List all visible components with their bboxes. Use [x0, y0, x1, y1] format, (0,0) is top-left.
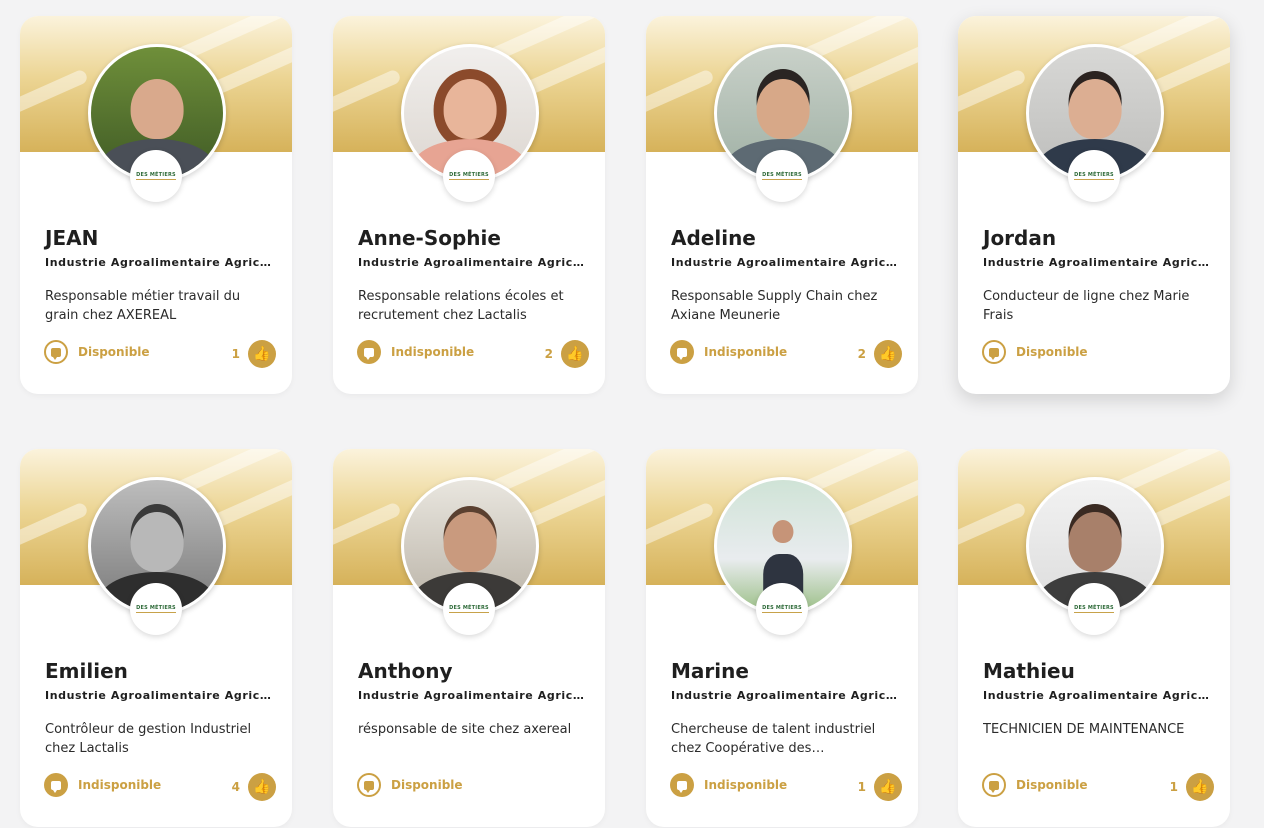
status-label: Disponible — [1016, 778, 1088, 792]
availability-status: Indisponible — [670, 773, 787, 797]
logo-text: DES MÉTIERS — [762, 605, 802, 613]
availability-status: Indisponible — [44, 773, 161, 797]
chat-bubble-icon — [357, 773, 381, 797]
like-count: 4 — [231, 780, 240, 794]
likes: 4 👍 — [232, 773, 276, 801]
profile-card-emilien[interactable]: DES MÉTIERS Emilien Industrie Agroalimen… — [20, 449, 292, 827]
logo-text: DES MÉTIERS — [449, 172, 489, 180]
status-label: Disponible — [78, 345, 150, 359]
status-label: Disponible — [1016, 345, 1088, 359]
chat-bubble-icon — [44, 773, 68, 797]
profile-sector: Industrie Agroalimentaire Agricu… — [671, 689, 903, 702]
logo-text: DES MÉTIERS — [136, 605, 176, 613]
thumbs-up-icon[interactable]: 👍 — [248, 773, 276, 801]
profile-sector: Industrie Agroalimentaire Agricu… — [45, 689, 277, 702]
profile-name: Jordan — [983, 226, 1057, 250]
chat-bubble-icon — [982, 340, 1006, 364]
profile-card-anthony[interactable]: DES MÉTIERS Anthony Industrie Agroalimen… — [333, 449, 605, 827]
profile-description: Conducteur de ligne chez Marie Frais — [983, 289, 1190, 323]
profile-description: Responsable métier travail du grain chez… — [45, 289, 241, 323]
profile-name: Marine — [671, 659, 749, 683]
chat-bubble-icon — [670, 773, 694, 797]
des-metiers-logo: DES MÉTIERS — [1068, 583, 1120, 635]
availability-status: Disponible — [44, 340, 150, 364]
thumbs-up-icon[interactable]: 👍 — [561, 340, 589, 368]
des-metiers-logo: DES MÉTIERS — [756, 150, 808, 202]
profile-sector: Industrie Agroalimentaire Agricu… — [671, 256, 903, 269]
chat-bubble-icon — [670, 340, 694, 364]
status-label: Indisponible — [78, 778, 162, 792]
logo-text: DES MÉTIERS — [136, 172, 176, 180]
thumbs-up-icon[interactable]: 👍 — [248, 340, 276, 368]
likes: 1 👍 — [232, 340, 276, 368]
logo-text: DES MÉTIERS — [762, 172, 802, 180]
des-metiers-logo: DES MÉTIERS — [130, 150, 182, 202]
thumbs-up-icon[interactable]: 👍 — [874, 340, 902, 368]
availability-status: Indisponible — [357, 340, 474, 364]
profile-card-jean[interactable]: DES MÉTIERS JEAN Industrie Agroalimentai… — [20, 16, 292, 394]
status-label: Indisponible — [704, 778, 788, 792]
des-metiers-logo: DES MÉTIERS — [443, 583, 495, 635]
profile-description: résponsable de site chez axereal — [358, 722, 572, 737]
profile-name: Anne-Sophie — [358, 226, 501, 250]
thumbs-up-icon[interactable]: 👍 — [1186, 773, 1214, 801]
profile-card-anne-sophie[interactable]: DES MÉTIERS Anne-Sophie Industrie Agroal… — [333, 16, 605, 394]
likes: 1 👍 — [858, 773, 902, 801]
like-count: 1 — [857, 780, 866, 794]
des-metiers-logo: DES MÉTIERS — [443, 150, 495, 202]
like-count: 1 — [1169, 780, 1178, 794]
profile-sector: Industrie Agroalimentaire Agricu… — [45, 256, 277, 269]
like-count: 2 — [857, 347, 866, 361]
profile-name: Anthony — [358, 659, 453, 683]
profile-description: TECHNICIEN DE MAINTENANCE — [983, 722, 1185, 737]
des-metiers-logo: DES MÉTIERS — [756, 583, 808, 635]
profile-card-adeline[interactable]: DES MÉTIERS Adeline Industrie Agroalimen… — [646, 16, 918, 394]
status-label: Disponible — [391, 778, 463, 792]
profile-name: JEAN — [45, 226, 99, 250]
des-metiers-logo: DES MÉTIERS — [130, 583, 182, 635]
logo-text: DES MÉTIERS — [1074, 172, 1114, 180]
profile-grid: DES MÉTIERS JEAN Industrie Agroalimentai… — [0, 0, 1264, 828]
chat-bubble-icon — [44, 340, 68, 364]
profile-name: Emilien — [45, 659, 128, 683]
like-count: 1 — [231, 347, 240, 361]
likes: 1 👍 — [1170, 773, 1214, 801]
likes: 2 👍 — [545, 340, 589, 368]
profile-card-jordan[interactable]: DES MÉTIERS Jordan Industrie Agroaliment… — [958, 16, 1230, 394]
availability-status: Disponible — [982, 773, 1088, 797]
profile-sector: Industrie Agroalimentaire Agricu… — [358, 256, 590, 269]
logo-text: DES MÉTIERS — [449, 605, 489, 613]
chat-bubble-icon — [357, 340, 381, 364]
profile-sector: Industrie Agroalimentaire Agricu… — [358, 689, 590, 702]
availability-status: Indisponible — [670, 340, 787, 364]
profile-sector: Industrie Agroalimentaire Agricu… — [983, 256, 1215, 269]
status-label: Indisponible — [391, 345, 475, 359]
chat-bubble-icon — [982, 773, 1006, 797]
availability-status: Disponible — [357, 773, 463, 797]
profile-description: Responsable relations écoles et recrutem… — [358, 289, 564, 323]
des-metiers-logo: DES MÉTIERS — [1068, 150, 1120, 202]
likes: 2 👍 — [858, 340, 902, 368]
profile-description: Contrôleur de gestion Industriel chez La… — [45, 722, 252, 756]
profile-description: Responsable Supply Chain chez Axiane Meu… — [671, 289, 878, 323]
thumbs-up-icon[interactable]: 👍 — [874, 773, 902, 801]
like-count: 2 — [544, 347, 553, 361]
profile-description: Chercheuse de talent industriel chez Coo… — [671, 722, 876, 756]
profile-name: Mathieu — [983, 659, 1075, 683]
profile-name: Adeline — [671, 226, 756, 250]
profile-card-marine[interactable]: DES MÉTIERS Marine Industrie Agroaliment… — [646, 449, 918, 827]
logo-text: DES MÉTIERS — [1074, 605, 1114, 613]
profile-card-mathieu[interactable]: DES MÉTIERS Mathieu Industrie Agroalimen… — [958, 449, 1230, 827]
status-label: Indisponible — [704, 345, 788, 359]
profile-sector: Industrie Agroalimentaire Agricu… — [983, 689, 1215, 702]
availability-status: Disponible — [982, 340, 1088, 364]
